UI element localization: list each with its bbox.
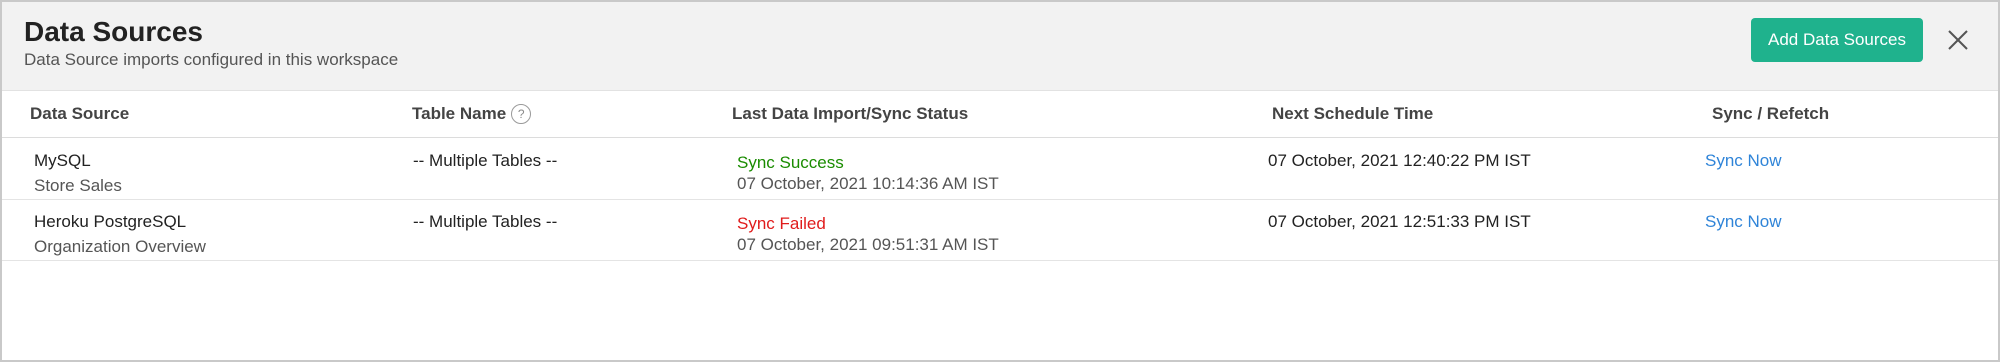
column-header-sync[interactable]: Sync / Refetch — [1712, 104, 1829, 124]
sync-status: Sync Success — [737, 153, 844, 172]
column-header-table-name[interactable]: Table Name ? — [412, 104, 532, 124]
dialog-header: Data Sources Data Source imports configu… — [2, 2, 1998, 91]
sync-now-link[interactable]: Sync Now — [1705, 151, 1782, 171]
column-header-next-schedule[interactable]: Next Schedule Time — [1272, 104, 1433, 124]
data-sources-dialog: Data Sources Data Source imports configu… — [0, 0, 2000, 362]
sync-status: Sync Failed — [737, 214, 826, 233]
close-icon[interactable] — [1942, 24, 1974, 56]
help-icon[interactable]: ? — [511, 104, 532, 124]
table-header: Data Source Table Name ? Last Data Impor… — [2, 91, 1998, 138]
table-name: -- Multiple Tables -- — [413, 212, 558, 231]
page-title: Data Sources — [24, 16, 203, 47]
data-source-description: Store Sales — [34, 176, 122, 195]
column-header-status[interactable]: Last Data Import/Sync Status — [732, 104, 968, 124]
column-header-label: Last Data Import/Sync Status — [732, 104, 969, 123]
column-header-label: Data Source — [30, 104, 130, 123]
column-header-label: Table Name — [412, 104, 507, 123]
sync-status-time: 07 October, 2021 10:14:36 AM IST — [737, 174, 999, 193]
column-header-label: Next Schedule Time — [1272, 104, 1434, 123]
next-schedule-time: 07 October, 2021 12:51:33 PM IST — [1268, 212, 1531, 231]
table-name: -- Multiple Tables -- — [413, 151, 558, 170]
sync-now-link[interactable]: Sync Now — [1705, 212, 1782, 232]
next-schedule-time: 07 October, 2021 12:40:22 PM IST — [1268, 151, 1531, 170]
add-data-sources-button[interactable]: Add Data Sources — [1751, 18, 1923, 62]
data-source-description: Organization Overview — [34, 237, 206, 256]
column-header-label: Sync / Refetch — [1712, 104, 1830, 123]
table-row[interactable]: Heroku PostgreSQL Organization Overview … — [2, 200, 1998, 261]
data-source-name: MySQL — [34, 151, 91, 170]
sync-status-time: 07 October, 2021 09:51:31 AM IST — [737, 235, 999, 254]
table-row[interactable]: MySQL Store Sales -- Multiple Tables -- … — [2, 139, 1998, 200]
page-subtitle: Data Source imports configured in this w… — [24, 50, 399, 69]
column-header-data-source[interactable]: Data Source — [30, 104, 129, 124]
data-source-name: Heroku PostgreSQL — [34, 212, 187, 231]
